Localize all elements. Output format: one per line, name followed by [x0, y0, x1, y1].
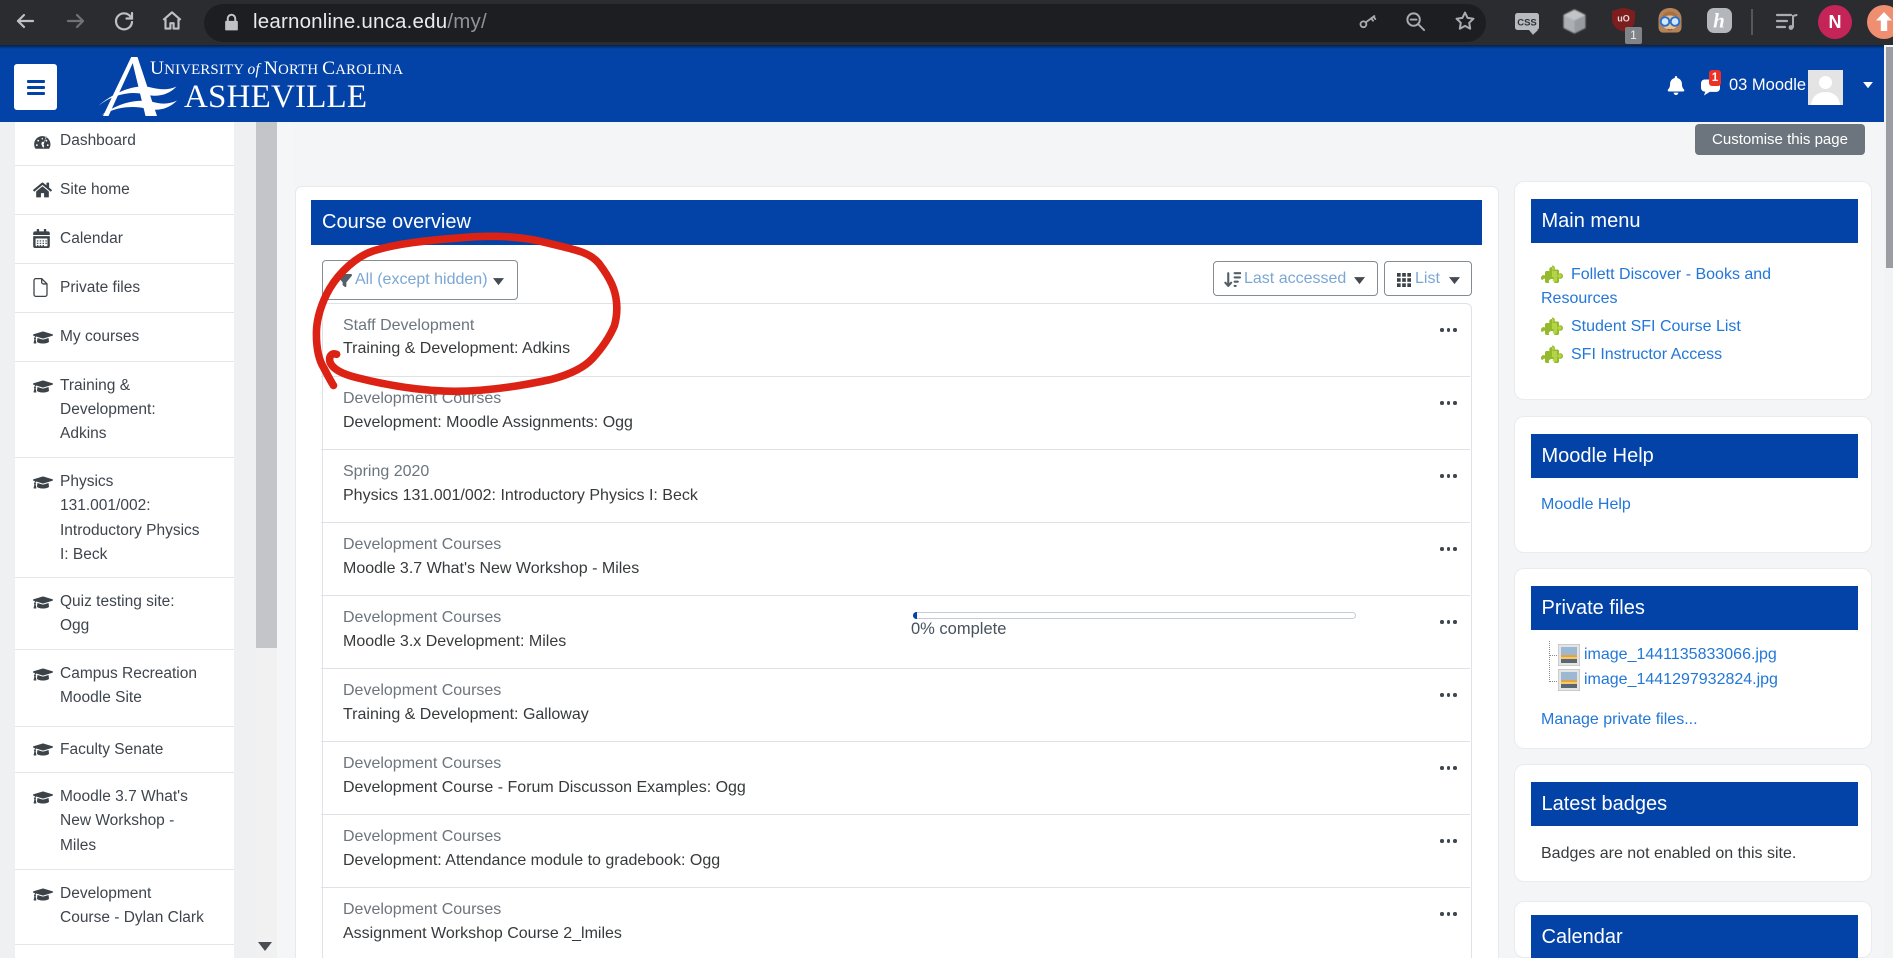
- svg-text:uO: uO: [1617, 14, 1630, 24]
- svg-text:h: h: [1713, 9, 1725, 33]
- svg-text:CSS: CSS: [1517, 18, 1537, 29]
